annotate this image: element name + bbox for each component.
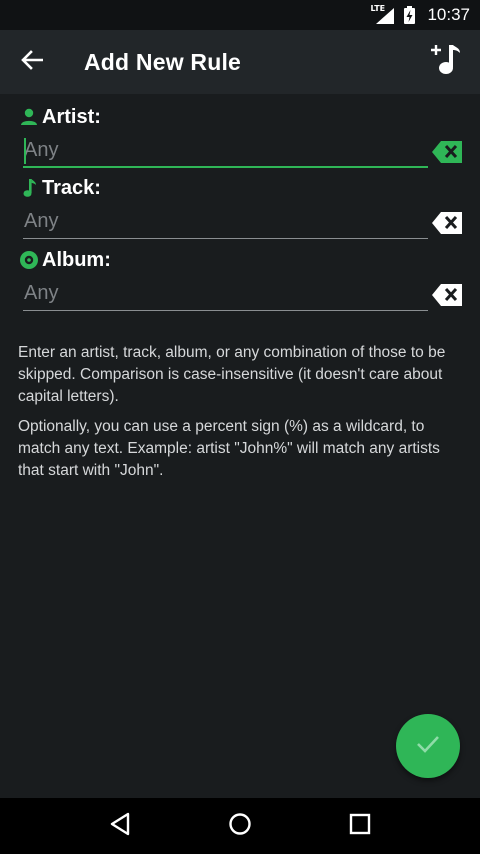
backspace-icon xyxy=(432,212,462,234)
track-input[interactable] xyxy=(23,205,428,239)
signal-icon: LTE xyxy=(370,4,396,24)
track-label: Track: xyxy=(18,175,468,201)
album-label-text: Album: xyxy=(42,248,111,271)
clear-album-button[interactable] xyxy=(432,284,462,306)
album-label: Album: xyxy=(18,247,468,273)
track-input-row xyxy=(18,205,468,241)
battery-icon xyxy=(404,6,416,24)
album-icon xyxy=(18,249,40,271)
save-rule-button[interactable] xyxy=(396,714,460,778)
nav-home-button[interactable] xyxy=(210,798,270,854)
clear-track-button[interactable] xyxy=(432,212,462,234)
clear-artist-button[interactable] xyxy=(432,141,462,163)
track-field-group: Track: xyxy=(18,175,468,241)
music-note-icon xyxy=(18,177,40,199)
help-paragraph-1: Enter an artist, track, album, or any co… xyxy=(18,344,446,405)
page-title: Add New Rule xyxy=(84,48,242,75)
album-field-group: Album: xyxy=(18,247,468,313)
help-paragraph-2: Optionally, you can use a percent sign (… xyxy=(18,418,440,479)
navigation-bar xyxy=(0,798,480,854)
status-bar: LTE 10:37 xyxy=(0,0,480,30)
album-input[interactable] xyxy=(23,277,428,311)
artist-field-group: Artist: xyxy=(18,104,468,170)
nav-recents-button[interactable] xyxy=(330,798,390,854)
person-icon xyxy=(18,106,40,128)
toolbar: Add New Rule xyxy=(0,30,480,94)
artist-input[interactable] xyxy=(23,134,428,168)
artist-label: Artist: xyxy=(18,104,468,130)
clock: 10:37 xyxy=(427,5,470,24)
backspace-icon xyxy=(432,141,462,163)
back-triangle-icon xyxy=(109,812,131,841)
help-text: Enter an artist, track, album, or any co… xyxy=(18,342,464,490)
check-icon xyxy=(416,735,440,758)
artist-label-text: Artist: xyxy=(42,105,101,128)
track-label-text: Track: xyxy=(42,176,101,199)
back-button[interactable] xyxy=(0,30,64,94)
backspace-icon xyxy=(432,284,462,306)
add-music-icon xyxy=(431,44,461,81)
nav-back-button[interactable] xyxy=(90,798,150,854)
artist-input-row xyxy=(18,134,468,170)
screen: LTE 10:37 Add New Rule Artist: Any Track… xyxy=(0,0,480,854)
home-circle-icon xyxy=(228,812,252,841)
add-track-button[interactable] xyxy=(418,34,474,90)
arrow-back-icon xyxy=(21,49,44,75)
text-cursor xyxy=(24,138,26,164)
recents-square-icon xyxy=(349,813,371,840)
album-input-row xyxy=(18,277,468,313)
